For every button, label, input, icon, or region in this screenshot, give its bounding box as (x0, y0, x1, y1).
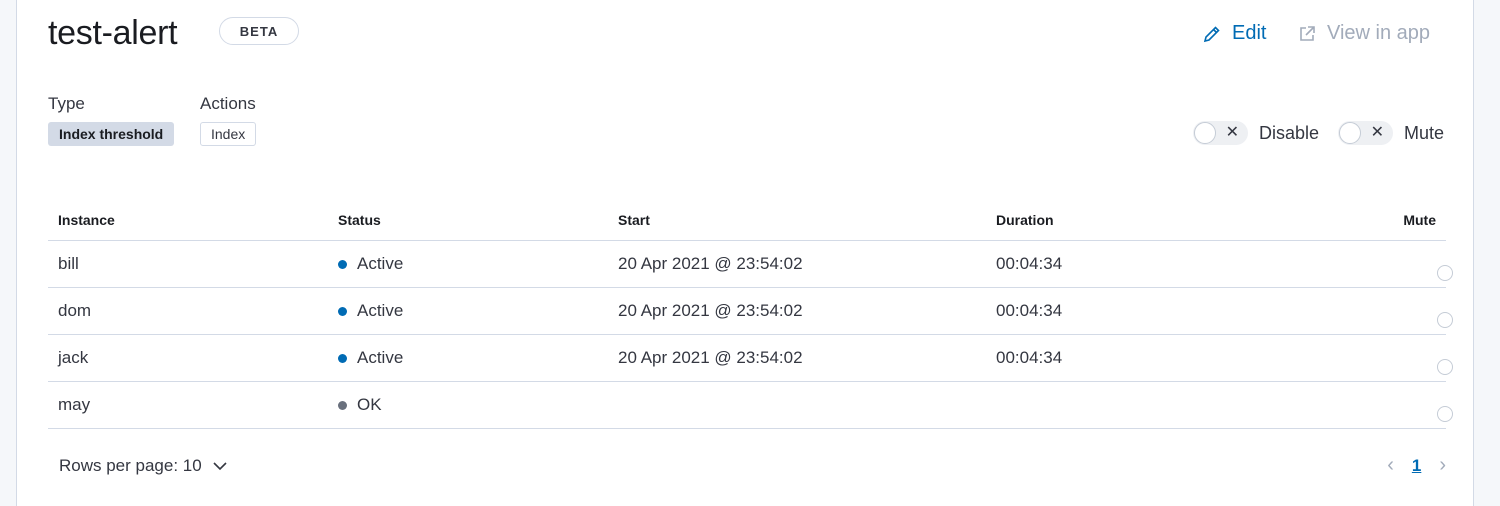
instances-table: Instance Status Start Duration Mute bill… (48, 200, 1453, 429)
page-button-current[interactable]: 1 (1412, 456, 1421, 476)
column-header-status[interactable]: Status (338, 212, 381, 228)
chevron-right-icon[interactable]: › (1439, 454, 1446, 477)
status-text: Active (357, 254, 404, 273)
instance-name: dom (58, 301, 92, 320)
switch-knob (1437, 406, 1453, 422)
beta-badge: BETA (219, 17, 299, 45)
actions-label: Actions (200, 94, 256, 113)
pencil-icon (1203, 25, 1220, 42)
table-pagination: Rows per page: 10 ‹ 1 › (48, 448, 1446, 484)
disable-toggle[interactable]: ✕ Disable (1193, 121, 1319, 145)
instance-duration: 00:04:34 (996, 301, 1063, 320)
instance-status: Active (338, 254, 403, 274)
table-row: jack Active 20 Apr 2021 @ 23:54:02 00:04… (48, 335, 1453, 382)
instance-name: jack (58, 348, 89, 367)
type-label: Type (48, 94, 85, 113)
instance-name: bill (58, 254, 79, 273)
switch-knob (1194, 122, 1216, 144)
instance-duration: 00:04:34 (996, 348, 1063, 367)
action-badge: Index (200, 122, 257, 146)
switch-knob (1437, 359, 1453, 375)
view-in-app-button[interactable]: View in app (1297, 22, 1430, 45)
table-row: bill Active 20 Apr 2021 @ 23:54:02 00:04… (48, 241, 1453, 288)
table-row: may OK (48, 382, 1453, 429)
instance-name: may (58, 395, 91, 414)
edit-button[interactable]: Edit (1202, 22, 1266, 45)
rows-per-page-label: Rows per page: 10 (59, 456, 202, 475)
column-header-start[interactable]: Start (618, 212, 650, 228)
column-header-instance[interactable]: Instance (58, 212, 115, 228)
status-dot-icon (338, 353, 347, 363)
instance-start: 20 Apr 2021 @ 23:54:02 (618, 348, 803, 367)
external-link-icon (1300, 25, 1315, 41)
switch-knob (1437, 312, 1453, 328)
switch-knob (1437, 265, 1453, 281)
view-in-app-label: View in app (1327, 22, 1431, 44)
switch-knob (1339, 122, 1361, 144)
chevron-left-icon[interactable]: ‹ (1387, 454, 1394, 477)
cross-icon: ✕ (1370, 124, 1384, 141)
alert-details-panel: test-alert BETA Edit View in app Type Ac… (16, 0, 1474, 506)
status-dot-icon (338, 306, 347, 316)
pager: ‹ 1 › (1387, 454, 1446, 477)
status-dot-icon (338, 259, 347, 269)
cross-icon: ✕ (1225, 124, 1239, 141)
status-text: Active (357, 348, 404, 367)
instance-status: Active (338, 301, 403, 321)
mute-toggle[interactable]: ✕ Mute (1338, 121, 1444, 145)
column-header-mute: Mute (1403, 212, 1436, 228)
type-badge: Index threshold (48, 122, 175, 146)
status-text: Active (357, 301, 404, 320)
column-header-duration[interactable]: Duration (996, 212, 1054, 228)
mute-label: Mute (1404, 122, 1445, 143)
status-text: OK (357, 395, 382, 414)
chevron-down-icon (213, 462, 227, 471)
status-dot-icon (338, 400, 347, 410)
instance-start: 20 Apr 2021 @ 23:54:02 (618, 301, 803, 320)
page-title: test-alert (48, 14, 178, 52)
instance-start: 20 Apr 2021 @ 23:54:02 (618, 254, 803, 273)
instance-duration: 00:04:34 (996, 254, 1063, 273)
table-header: Instance Status Start Duration Mute (48, 200, 1446, 241)
edit-label: Edit (1232, 22, 1267, 44)
table-row: dom Active 20 Apr 2021 @ 23:54:02 00:04:… (48, 288, 1453, 335)
disable-label: Disable (1259, 122, 1320, 143)
disable-switch[interactable]: ✕ (1193, 121, 1248, 145)
instance-status: Active (338, 348, 403, 368)
instance-status: OK (338, 395, 382, 415)
mute-switch[interactable]: ✕ (1338, 121, 1393, 145)
rows-per-page-button[interactable]: Rows per page: 10 (59, 456, 228, 476)
